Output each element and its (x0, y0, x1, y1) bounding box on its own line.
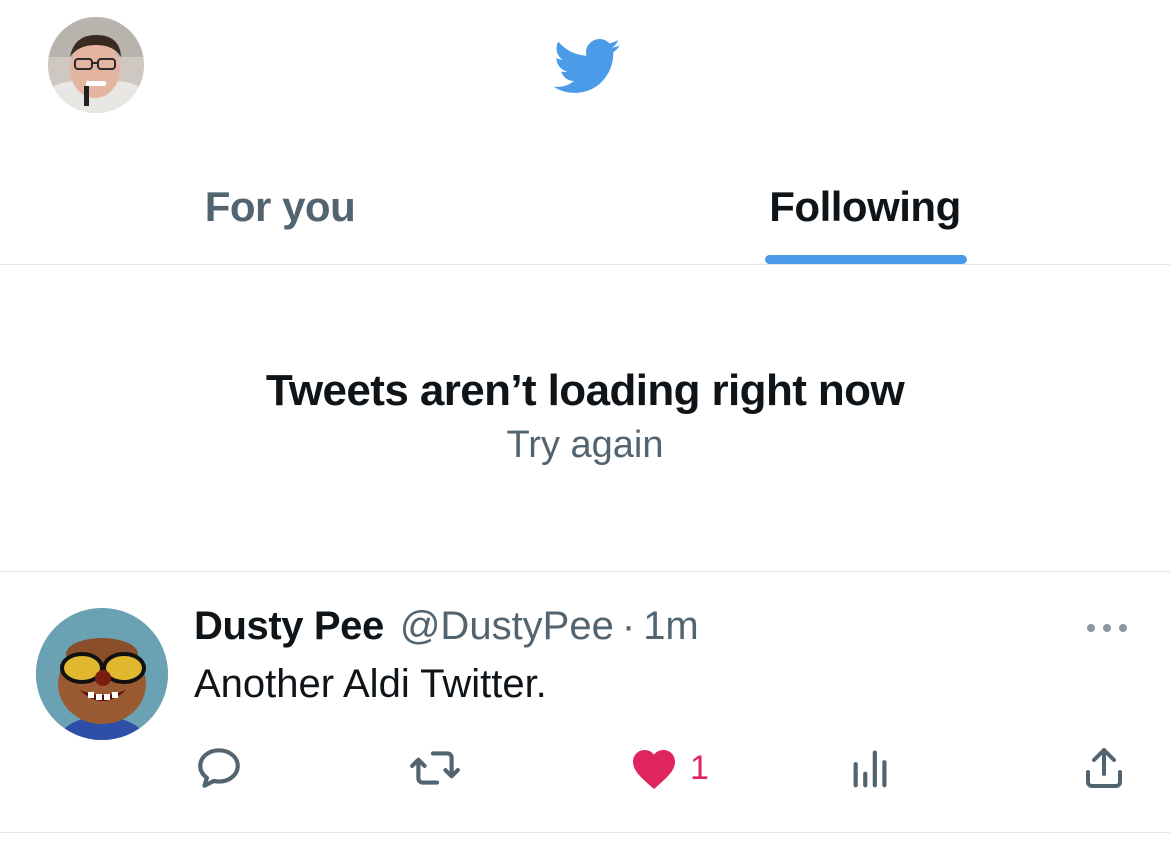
try-again-link[interactable]: Try again (507, 424, 664, 466)
error-title: Tweets aren’t loading right now (265, 366, 905, 415)
profile-avatar[interactable] (48, 17, 144, 113)
views-icon (853, 750, 887, 788)
timeline-tabs: For you Following (0, 150, 1170, 265)
share-icon (1086, 748, 1122, 788)
share-button[interactable] (1080, 742, 1128, 794)
divider (0, 571, 1170, 572)
tab-following[interactable]: Following (585, 150, 1145, 264)
tweet-text: Another Aldi Twitter. (194, 662, 547, 706)
tweet-author-handle[interactable]: @DustyPee (400, 604, 614, 649)
tweet-header: Dusty Pee @DustyPee · 1m (194, 604, 699, 654)
retweet-button[interactable] (408, 742, 462, 794)
profile-avatar-image (48, 17, 144, 113)
more-horizontal-icon[interactable] (1084, 618, 1130, 638)
twitter-bird-icon (553, 39, 620, 93)
like-button[interactable]: 1 (630, 742, 709, 794)
timeline-screen: For you Following Tweets aren’t loading … (0, 0, 1170, 848)
tweet-author-name[interactable]: Dusty Pee (194, 604, 384, 649)
author-avatar-image (36, 608, 168, 740)
active-tab-indicator (765, 255, 967, 264)
tweet-separator: · (621, 604, 636, 648)
like-count: 1 (690, 748, 709, 787)
tweet-author-avatar[interactable] (36, 608, 168, 740)
divider (0, 832, 1170, 833)
retweet-icon (410, 751, 460, 785)
tweet-timestamp[interactable]: 1m (643, 604, 699, 649)
try-again-container: Try again (0, 424, 1170, 467)
tab-for-you[interactable]: For you (0, 150, 560, 264)
reply-button[interactable] (194, 742, 244, 794)
reply-icon (198, 748, 240, 788)
views-button[interactable] (848, 742, 894, 794)
heart-icon (633, 750, 675, 789)
